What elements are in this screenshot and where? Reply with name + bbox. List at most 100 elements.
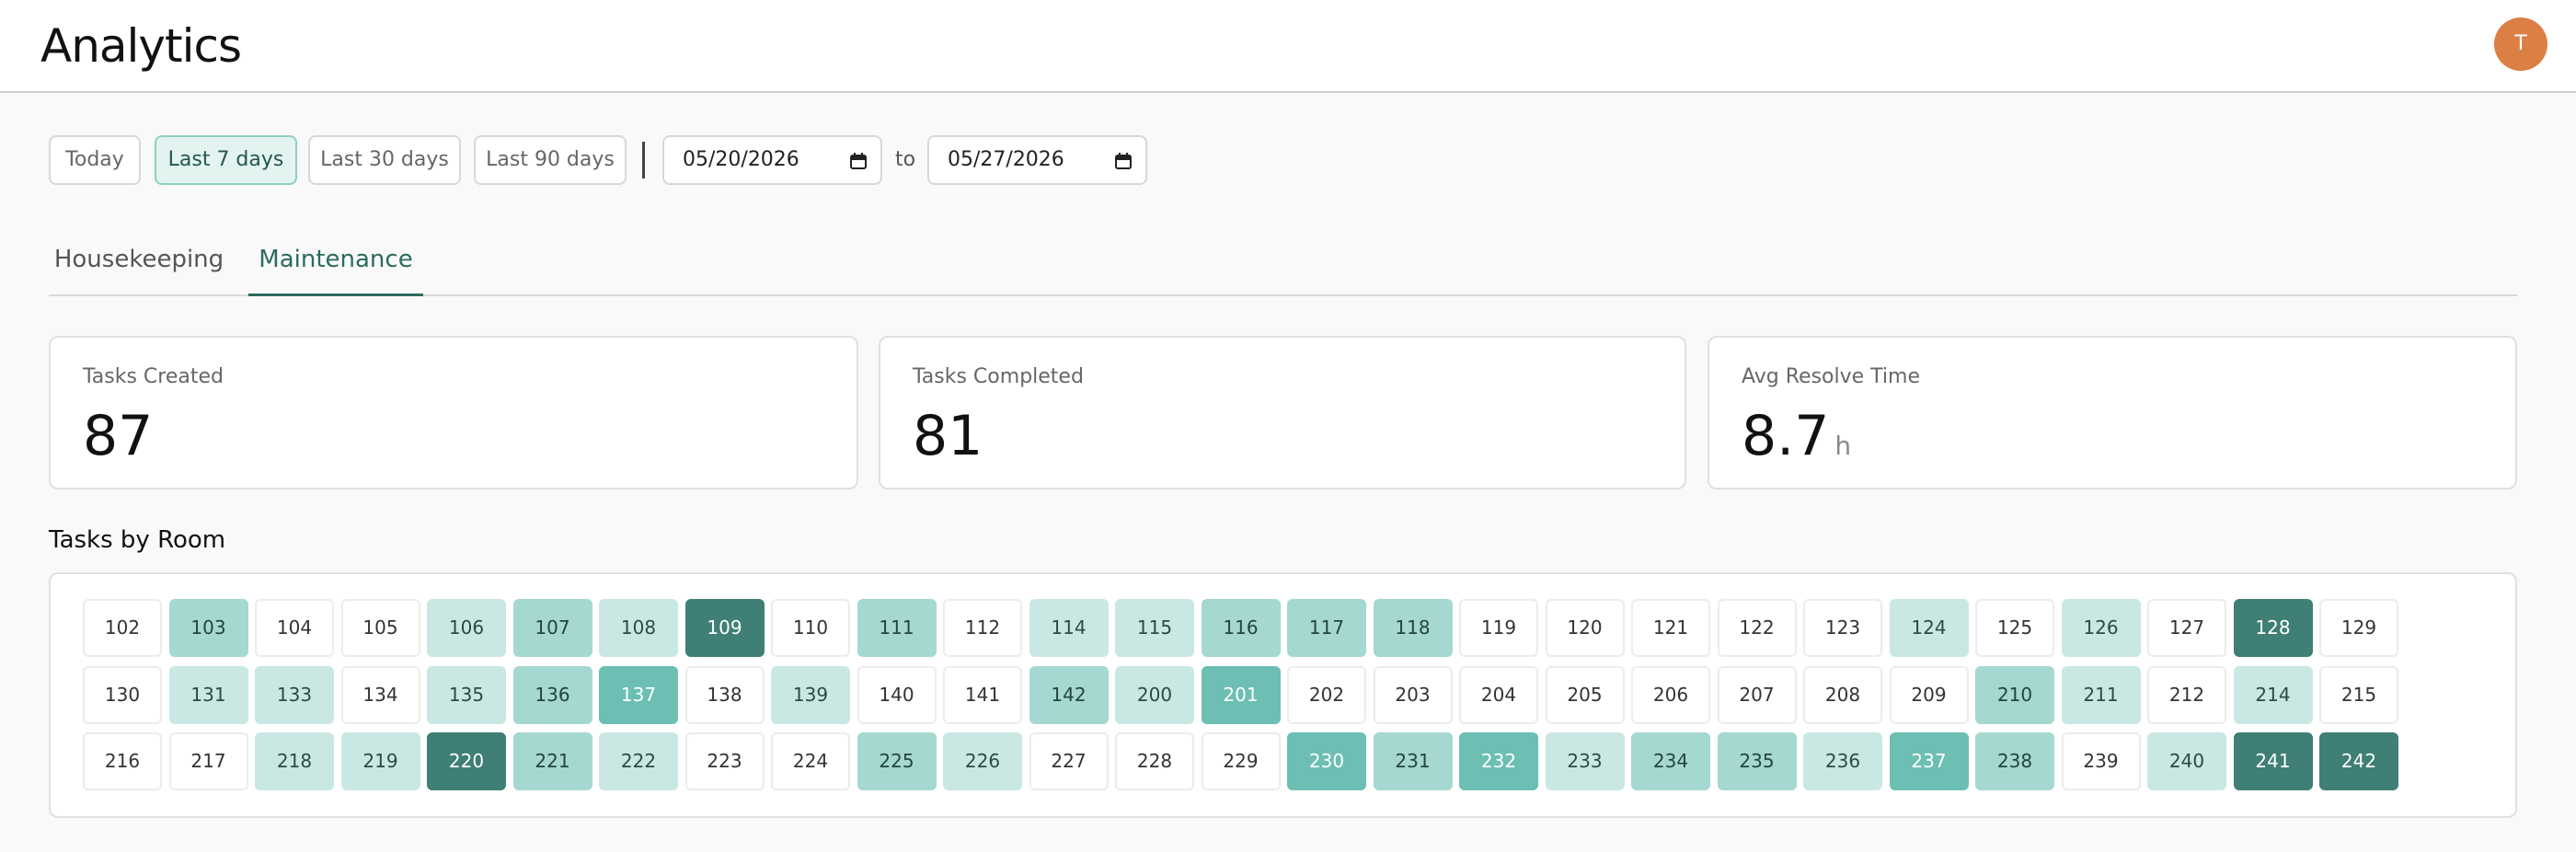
room-cell-228[interactable]: 228 — [1115, 732, 1194, 790]
room-cell-204[interactable]: 204 — [1459, 665, 1538, 724]
room-cell-227[interactable]: 227 — [1029, 732, 1109, 790]
room-cell-129[interactable]: 129 — [2319, 599, 2398, 657]
room-cell-139[interactable]: 139 — [771, 665, 850, 724]
room-cell-109[interactable]: 109 — [684, 599, 765, 657]
kpi-card-tasks-completed: Tasks Completed 81 — [879, 336, 1686, 489]
room-cell-226[interactable]: 226 — [943, 732, 1022, 790]
room-cell-215[interactable]: 215 — [2319, 665, 2398, 724]
room-cell-240[interactable]: 240 — [2147, 732, 2226, 790]
room-cell-222[interactable]: 222 — [599, 732, 678, 790]
room-cell-120[interactable]: 120 — [1545, 599, 1625, 657]
room-cell-205[interactable]: 205 — [1545, 665, 1625, 724]
range-last-90-days-button[interactable]: Last 90 days — [474, 135, 627, 185]
room-cell-203[interactable]: 203 — [1373, 665, 1453, 724]
room-cell-119[interactable]: 119 — [1459, 599, 1538, 657]
room-heatmap: 102 103 104 105 106 107 108 109 110 111 112 114 115 1… — [49, 572, 2517, 818]
room-cell-232[interactable]: 232 — [1459, 732, 1538, 790]
room-cell-136[interactable]: 136 — [512, 665, 592, 724]
range-today-button[interactable]: Today — [49, 135, 141, 185]
room-cell-142[interactable]: 142 — [1029, 665, 1109, 724]
avatar[interactable]: T — [2494, 17, 2547, 71]
start-date-input[interactable]: 05/20/2026 — [662, 135, 882, 185]
room-cell-200[interactable]: 200 — [1115, 665, 1194, 724]
room-cell-114[interactable]: 114 — [1029, 599, 1109, 657]
room-cell-206[interactable]: 206 — [1631, 665, 1710, 724]
room-cell-219[interactable]: 219 — [340, 732, 420, 790]
room-cell-208[interactable]: 208 — [1803, 665, 1882, 724]
room-cell-238[interactable]: 238 — [1975, 732, 2054, 790]
room-cell-105[interactable]: 105 — [340, 599, 420, 657]
room-cell-108[interactable]: 108 — [599, 599, 678, 657]
room-cell-135[interactable]: 135 — [427, 665, 506, 724]
room-cell-216[interactable]: 216 — [83, 732, 162, 790]
room-cell-111[interactable]: 111 — [857, 599, 937, 657]
room-cell-121[interactable]: 121 — [1631, 599, 1710, 657]
room-cell-115[interactable]: 115 — [1115, 599, 1194, 657]
room-cell-123[interactable]: 123 — [1803, 599, 1882, 657]
room-cell-102[interactable]: 102 — [83, 599, 162, 657]
room-cell-229[interactable]: 229 — [1201, 732, 1281, 790]
room-cell-138[interactable]: 138 — [684, 665, 765, 724]
start-date-value: 05/20/2026 — [683, 148, 799, 171]
room-cell-131[interactable]: 131 — [168, 665, 248, 724]
calendar-icon[interactable] — [849, 152, 868, 170]
kpi-label: Tasks Completed — [913, 365, 1084, 388]
room-cell-137[interactable]: 137 — [599, 665, 678, 724]
room-cell-110[interactable]: 110 — [771, 599, 850, 657]
room-cell-224[interactable]: 224 — [771, 732, 850, 790]
room-cell-221[interactable]: 221 — [512, 732, 592, 790]
room-cell-217[interactable]: 217 — [168, 732, 248, 790]
room-cell-112[interactable]: 112 — [943, 599, 1022, 657]
room-cell-218[interactable]: 218 — [255, 732, 334, 790]
room-cell-140[interactable]: 140 — [857, 665, 937, 724]
kpi-value: 87 — [83, 404, 154, 468]
room-cell-207[interactable]: 207 — [1717, 665, 1797, 724]
tab-maintenance[interactable]: Maintenance — [248, 232, 423, 296]
room-cell-133[interactable]: 133 — [255, 665, 334, 724]
room-cell-134[interactable]: 134 — [340, 665, 420, 724]
calendar-icon[interactable] — [1114, 152, 1133, 170]
room-cell-116[interactable]: 116 — [1201, 599, 1281, 657]
room-cell-233[interactable]: 233 — [1545, 732, 1625, 790]
room-cell-236[interactable]: 236 — [1803, 732, 1882, 790]
room-cell-223[interactable]: 223 — [684, 732, 765, 790]
room-cell-235[interactable]: 235 — [1717, 732, 1797, 790]
room-cell-212[interactable]: 212 — [2147, 665, 2226, 724]
range-last-30-days-button[interactable]: Last 30 days — [308, 135, 461, 185]
room-cell-125[interactable]: 125 — [1975, 599, 2054, 657]
room-cell-214[interactable]: 214 — [2233, 665, 2313, 724]
room-cell-220[interactable]: 220 — [427, 732, 506, 790]
room-cell-141[interactable]: 141 — [943, 665, 1022, 724]
room-cell-234[interactable]: 234 — [1631, 732, 1710, 790]
room-cell-122[interactable]: 122 — [1717, 599, 1797, 657]
room-cell-237[interactable]: 237 — [1889, 732, 1969, 790]
room-cell-107[interactable]: 107 — [512, 599, 592, 657]
room-cell-124[interactable]: 124 — [1889, 599, 1969, 657]
room-cell-241[interactable]: 241 — [2233, 732, 2313, 790]
room-cell-118[interactable]: 118 — [1373, 599, 1453, 657]
kpi-label: Tasks Created — [83, 365, 224, 388]
room-cell-106[interactable]: 106 — [427, 599, 506, 657]
room-cell-202[interactable]: 202 — [1287, 665, 1366, 724]
room-cell-103[interactable]: 103 — [168, 599, 248, 657]
room-cell-210[interactable]: 210 — [1975, 665, 2054, 724]
room-cell-127[interactable]: 127 — [2147, 599, 2226, 657]
room-cell-239[interactable]: 239 — [2061, 732, 2141, 790]
room-cell-225[interactable]: 225 — [857, 732, 937, 790]
room-cell-117[interactable]: 117 — [1287, 599, 1366, 657]
room-cell-128[interactable]: 128 — [2233, 599, 2313, 657]
date-range-to-label: to — [895, 148, 916, 171]
room-cell-126[interactable]: 126 — [2061, 599, 2141, 657]
tab-housekeeping[interactable]: Housekeeping — [49, 232, 229, 296]
room-cell-104[interactable]: 104 — [255, 599, 334, 657]
room-cell-211[interactable]: 211 — [2061, 665, 2141, 724]
room-cell-242[interactable]: 242 — [2319, 732, 2398, 790]
room-cell-231[interactable]: 231 — [1373, 732, 1453, 790]
range-last-7-days-button[interactable]: Last 7 days — [155, 135, 297, 185]
room-cell-209[interactable]: 209 — [1889, 665, 1969, 724]
room-cell-230[interactable]: 230 — [1287, 732, 1366, 790]
kpi-unit: h — [1834, 431, 1852, 461]
room-cell-201[interactable]: 201 — [1201, 665, 1281, 724]
room-cell-130[interactable]: 130 — [83, 665, 162, 724]
end-date-input[interactable]: 05/27/2026 — [927, 135, 1147, 185]
